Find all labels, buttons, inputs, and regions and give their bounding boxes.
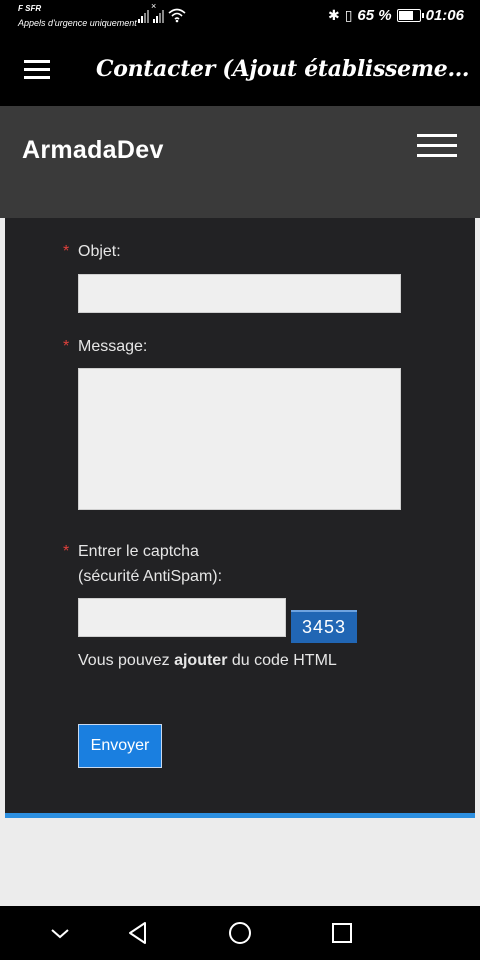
- app-bar: Contacter (Ajout établissement ou av...: [0, 34, 480, 106]
- contact-form: * Objet: * Message: * Entrer le captcha …: [5, 218, 475, 818]
- recent-apps-icon[interactable]: [327, 918, 357, 948]
- carrier-name: F SFR: [18, 4, 42, 13]
- status-right-group: ✱ ▯ 65 % 01:06: [328, 7, 464, 24]
- home-icon[interactable]: [225, 918, 255, 948]
- subject-label: Objet:: [78, 243, 121, 260]
- captcha-input[interactable]: [78, 598, 286, 637]
- captcha-label-line1: Entrer le captcha: [78, 543, 199, 560]
- status-bar: F SFR Appels d'urgence uniquement × ✱ ▯ …: [0, 0, 480, 34]
- site-menu-icon[interactable]: [417, 134, 457, 158]
- required-marker: *: [63, 543, 70, 560]
- menu-icon[interactable]: [24, 60, 50, 80]
- hint-text-after: du code HTML: [227, 652, 337, 669]
- html-hint: Vous pouvez ajouter du code HTML: [78, 652, 337, 670]
- battery-icon: [396, 9, 424, 22]
- subject-input[interactable]: [78, 274, 401, 313]
- signal-strength-icon: [138, 7, 149, 23]
- bluetooth-icon: ✱: [327, 7, 340, 23]
- hint-text-before: Vous pouvez: [78, 652, 175, 669]
- required-marker: *: [63, 243, 70, 260]
- message-label: Message:: [78, 338, 148, 355]
- signal-icons: ×: [138, 1, 186, 23]
- site-header: ArmadaDev: [0, 106, 480, 218]
- chevron-down-icon[interactable]: [45, 918, 75, 948]
- message-textarea[interactable]: [78, 368, 401, 510]
- site-brand[interactable]: ArmadaDev: [22, 136, 164, 165]
- hint-text-bold: ajouter: [174, 652, 228, 669]
- wifi-icon: [168, 8, 186, 23]
- back-icon[interactable]: [123, 918, 153, 948]
- system-nav-bar: [0, 906, 480, 960]
- captcha-image: 3453: [291, 610, 357, 643]
- battery-percent: 65 %: [357, 7, 392, 24]
- signal-no-service-icon: ×: [151, 1, 164, 23]
- vibrate-icon: ▯: [344, 7, 353, 23]
- required-marker: *: [63, 338, 70, 355]
- clock: 01:06: [425, 7, 464, 24]
- submit-button[interactable]: Envoyer: [78, 724, 162, 768]
- app-bar-title: Contacter (Ajout établissement ou av...: [96, 56, 470, 82]
- captcha-label-line2: (sécurité AntiSpam):: [78, 568, 223, 585]
- carrier-status: Appels d'urgence uniquement: [18, 18, 137, 28]
